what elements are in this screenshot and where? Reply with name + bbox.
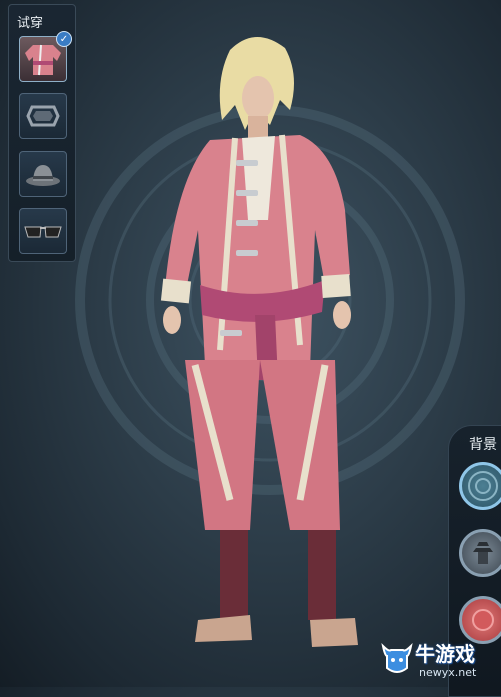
emblem-background-icon [468, 471, 498, 501]
watermark-url: newyx.net [419, 666, 477, 679]
slot-accessory[interactable] [19, 93, 67, 139]
selected-check-icon: ✓ [56, 31, 72, 47]
bull-logo-icon [381, 642, 413, 673]
glasses-icon [24, 226, 62, 238]
slot-costume[interactable]: ✓ [19, 31, 72, 82]
costume-icon [25, 44, 61, 76]
slot-hat[interactable] [19, 151, 67, 197]
character-model [160, 36, 358, 647]
try-on-title: 试穿 [17, 16, 44, 31]
background-title: 背景 [469, 437, 497, 453]
site-watermark: 牛游戏 newyx.net [375, 640, 501, 687]
temple-background-icon [473, 542, 493, 564]
background-option-red[interactable] [459, 596, 501, 644]
slot-glasses[interactable] [19, 208, 67, 254]
watermark-name: 牛游戏 [415, 642, 475, 666]
hat-icon [26, 165, 60, 186]
accessory-icon [26, 105, 60, 127]
red-background-icon [472, 609, 494, 631]
background-option-emblem[interactable] [459, 462, 501, 510]
try-on-panel: 试穿 ✓ [8, 4, 76, 262]
background-option-temple[interactable] [459, 529, 501, 577]
